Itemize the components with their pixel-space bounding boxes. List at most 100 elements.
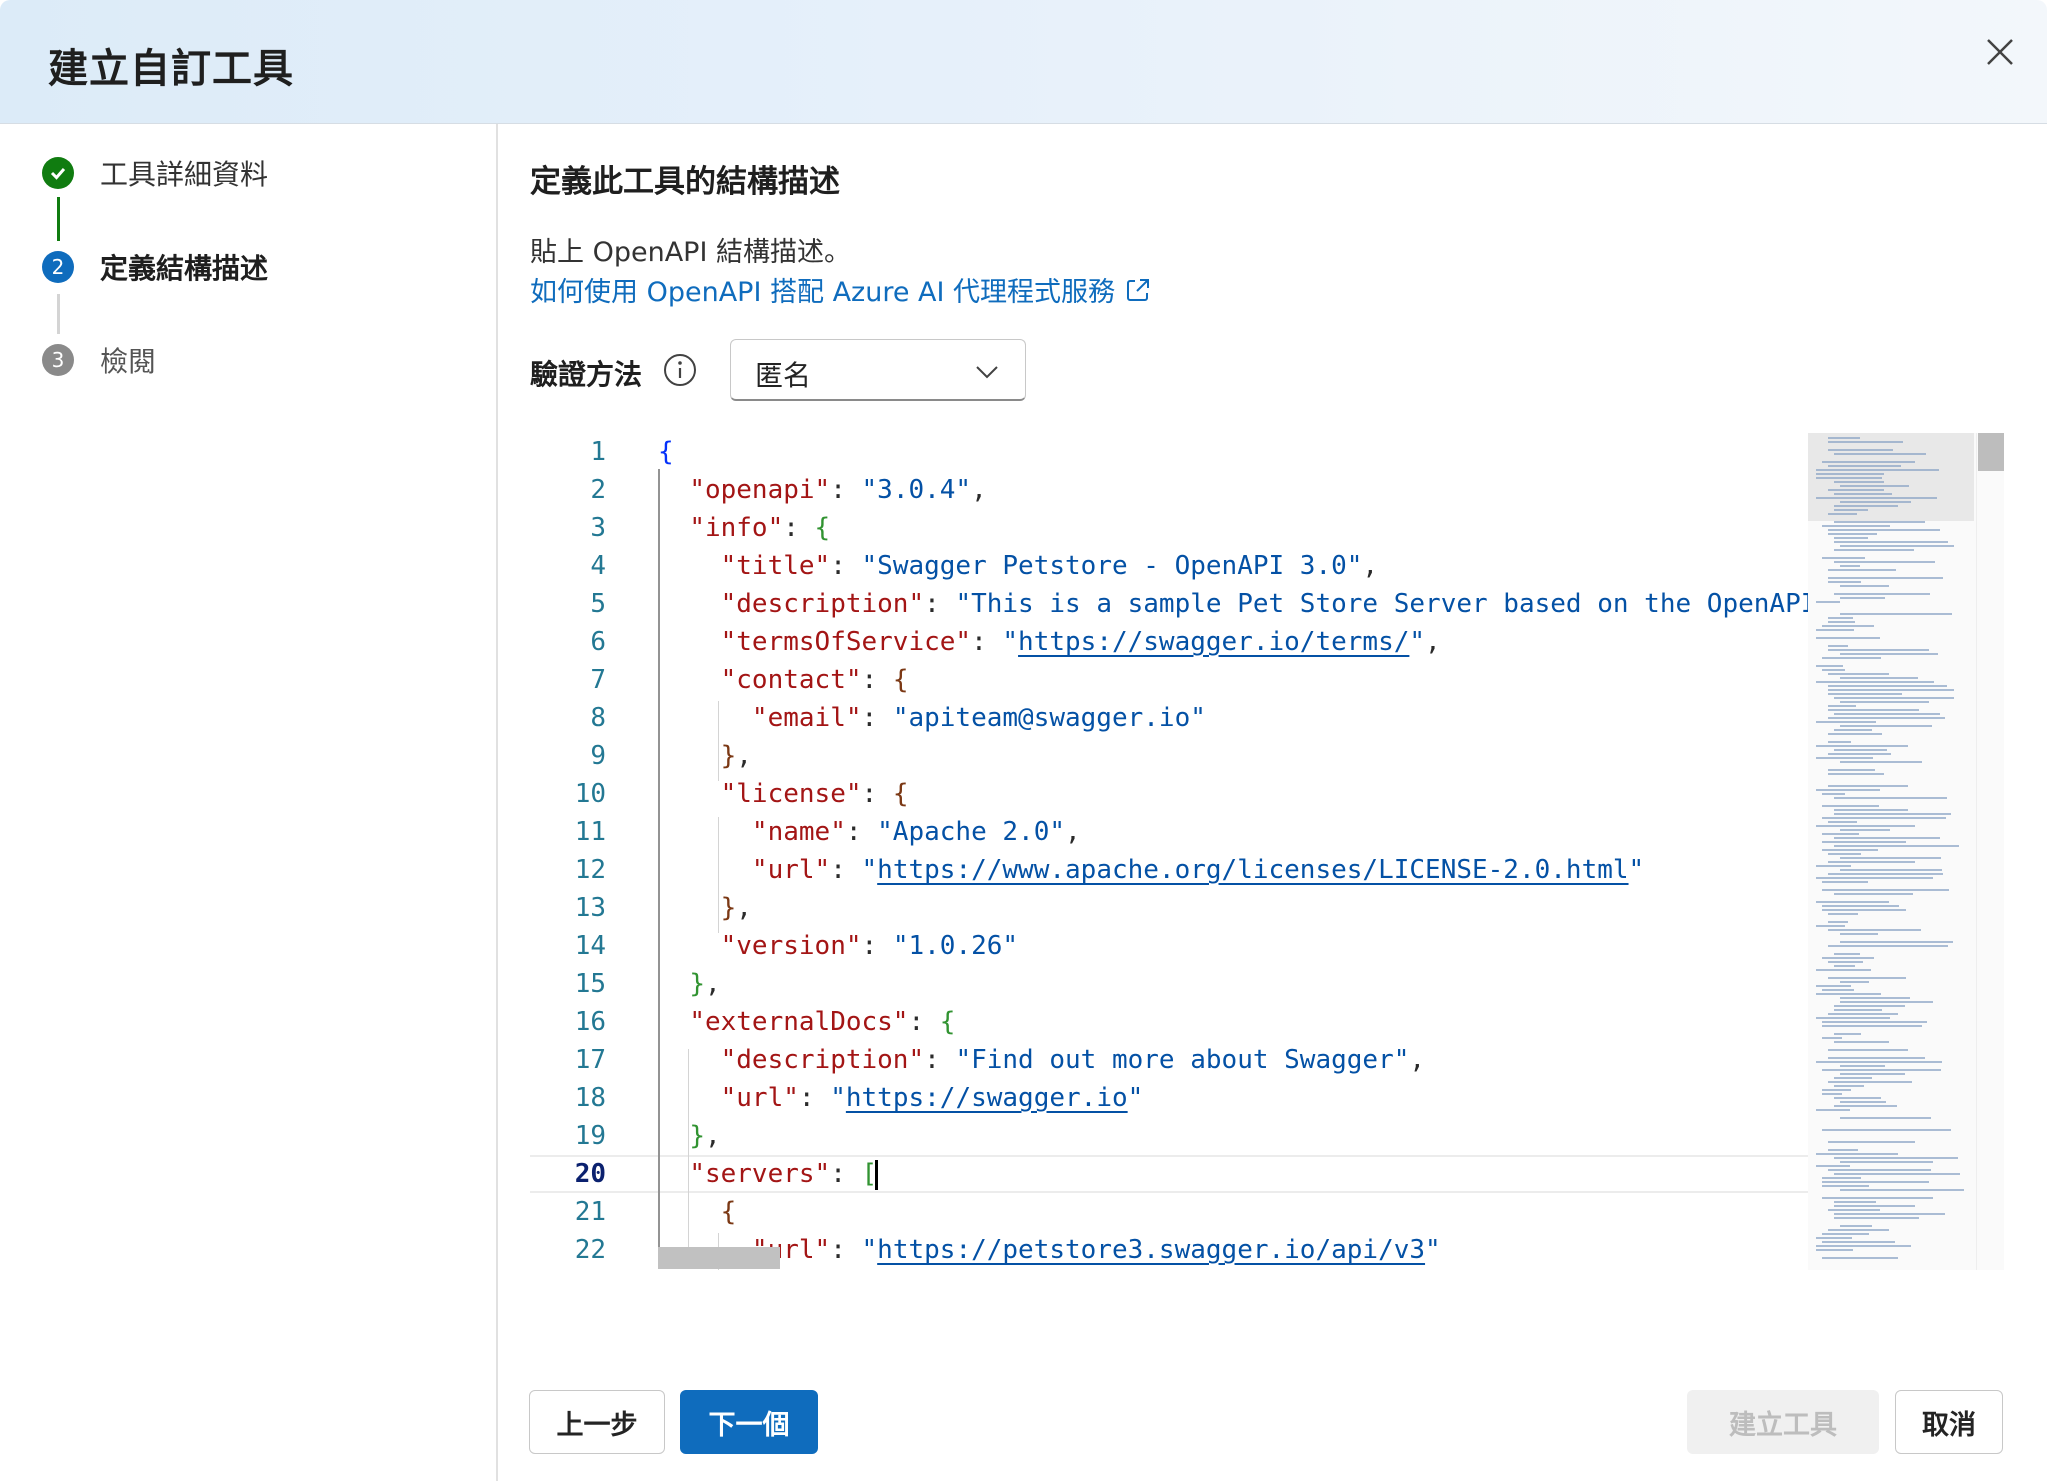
code-text[interactable]: }, [658,1117,720,1155]
minimap-line [1834,493,1892,495]
code-text[interactable]: }, [658,965,720,1003]
code-text[interactable]: "info": { [658,509,830,547]
line-number: 15 [574,969,606,999]
minimap-line [1834,813,1951,815]
code-text[interactable]: "termsOfService": "https://swagger.io/te… [658,623,1441,661]
code-line[interactable]: 15 }, [530,965,1810,1003]
code-text[interactable]: "servers": [ [658,1157,879,1191]
code-line[interactable]: 2 "openapi": "3.0.4", [530,471,1810,509]
code-text[interactable]: "version": "1.0.26" [658,927,1018,965]
code-line[interactable]: 8 "email": "apiteam@swagger.io" [530,699,1810,737]
code-line[interactable]: 10 "license": { [530,775,1810,813]
auth-method-dropdown[interactable]: 匿名 [730,339,1026,401]
code-text[interactable]: { [658,1193,737,1231]
minimap-line [1816,601,1840,603]
vertical-scrollbar-thumb[interactable] [1978,433,2004,471]
code-text[interactable]: "openapi": "3.0.4", [658,471,986,509]
minimap-line [1828,921,1848,923]
minimap-line [1834,1217,1919,1219]
minimap-line [1840,501,1911,503]
cancel-button[interactable]: 取消 [1895,1390,2003,1454]
minimap-line [1834,1085,1864,1087]
code-line[interactable]: 6 "termsOfService": "https://swagger.io/… [530,623,1810,661]
editor-minimap[interactable] [1808,433,2004,1270]
minimap-line [1828,717,1945,719]
back-button[interactable]: 上一步 [529,1390,665,1454]
dialog-title: 建立自訂工具 [48,46,294,92]
code-text[interactable]: "contact": { [658,661,909,699]
create-tool-button[interactable]: 建立工具 [1687,1390,1879,1454]
minimap-line [1828,529,1940,531]
indent-guide [658,469,660,1247]
code-text[interactable]: }, [658,889,752,927]
editor-lines[interactable]: 1{2 "openapi": "3.0.4", 3 "info": {4 "tit… [530,433,1816,1269]
code-text[interactable]: "externalDocs": { [658,1003,955,1041]
code-text[interactable]: "license": { [658,775,909,813]
code-line[interactable]: 18 "url": "https://swagger.io" [530,1079,1810,1117]
schema-code-editor[interactable]: 1{2 "openapi": "3.0.4", 3 "info": {4 "tit… [530,433,2004,1270]
minimap-line [1840,829,1890,831]
code-line[interactable]: 14 "version": "1.0.26" [530,927,1810,965]
horizontal-scrollbar[interactable] [658,1247,780,1269]
code-text[interactable]: }, [658,737,752,775]
code-text[interactable]: "name": "Apache 2.0", [658,813,1081,851]
info-icon[interactable] [662,352,698,388]
minimap-line [1822,989,1854,991]
code-text[interactable]: "description": "Find out more about Swag… [658,1041,1425,1079]
doc-link-text: 如何使用 OpenAPI 搭配 Azure AI 代理程式服務 [530,277,1116,308]
line-number: 20 [574,1159,606,1189]
minimap-line [1834,509,1868,511]
minimap-line [1828,569,1896,571]
indent-guide [688,1049,689,1269]
minimap-line [1822,841,1906,843]
code-line[interactable]: 19 }, [530,1117,1810,1155]
minimap-line [1822,889,1949,891]
code-text[interactable]: "description": "This is a sample Pet Sto… [658,585,1817,623]
code-line[interactable]: 12 "url": "https://www.apache.org/licens… [530,851,1810,889]
code-line[interactable]: 4 "title": "Swagger Petstore - OpenAPI 3… [530,547,1810,585]
minimap-line [1816,1237,1852,1239]
code-text[interactable]: "title": "Swagger Petstore - OpenAPI 3.0… [658,547,1378,585]
code-line[interactable]: 20 "servers": [ [530,1155,1810,1193]
line-number: 11 [574,817,606,847]
step-define-schema[interactable]: 2 定義結構描述 [42,247,268,287]
minimap-line [1816,637,1880,639]
code-text[interactable]: { [658,433,674,471]
code-line[interactable]: 7 "contact": { [530,661,1810,699]
minimap-line [1816,1017,1890,1019]
minimap-line [1840,857,1941,859]
minimap-line [1816,1249,1853,1251]
code-line[interactable]: 13 }, [530,889,1810,927]
minimap-line [1822,1021,1927,1023]
step-label: 檢閱 [100,345,157,378]
code-line[interactable]: 11 "name": "Apache 2.0", [530,813,1810,851]
next-button[interactable]: 下一個 [680,1390,818,1454]
close-button[interactable] [1978,30,2022,74]
minimap-line [1834,541,1948,543]
code-line[interactable]: 3 "info": { [530,509,1810,547]
minimap-line [1828,673,1889,675]
minimap-line [1828,693,1902,695]
openapi-doc-link[interactable]: 如何使用 OpenAPI 搭配 Azure AI 代理程式服務 [530,270,1153,309]
code-line[interactable]: 21 { [530,1193,1810,1231]
step-tool-details[interactable]: 工具詳細資料 [42,153,268,193]
code-line[interactable]: 5 "description": "This is a sample Pet S… [530,585,1816,623]
minimap-line [1834,1097,1881,1099]
code-text[interactable]: "email": "apiteam@swagger.io" [658,699,1206,737]
minimap-line [1816,925,1845,927]
step-connector-upcoming [57,294,60,334]
code-text[interactable]: "url": "https://www.apache.org/licenses/… [658,851,1644,889]
code-line[interactable]: 1{ [530,433,1810,471]
line-number: 4 [590,551,606,581]
code-text[interactable]: "url": "https://swagger.io" [658,1079,1144,1117]
minimap-line [1834,521,1925,523]
code-line[interactable]: 9 }, [530,737,1810,775]
code-line[interactable]: 16 "externalDocs": { [530,1003,1810,1041]
code-line[interactable]: 17 "description": "Find out more about S… [530,1041,1810,1079]
minimap-line [1828,733,1882,735]
step-connector-completed [57,197,60,241]
minimap-line [1828,1057,1925,1059]
vertical-scrollbar[interactable] [1976,433,2004,1270]
minimap-line [1834,453,1926,455]
step-review[interactable]: 3 檢閱 [42,340,156,380]
